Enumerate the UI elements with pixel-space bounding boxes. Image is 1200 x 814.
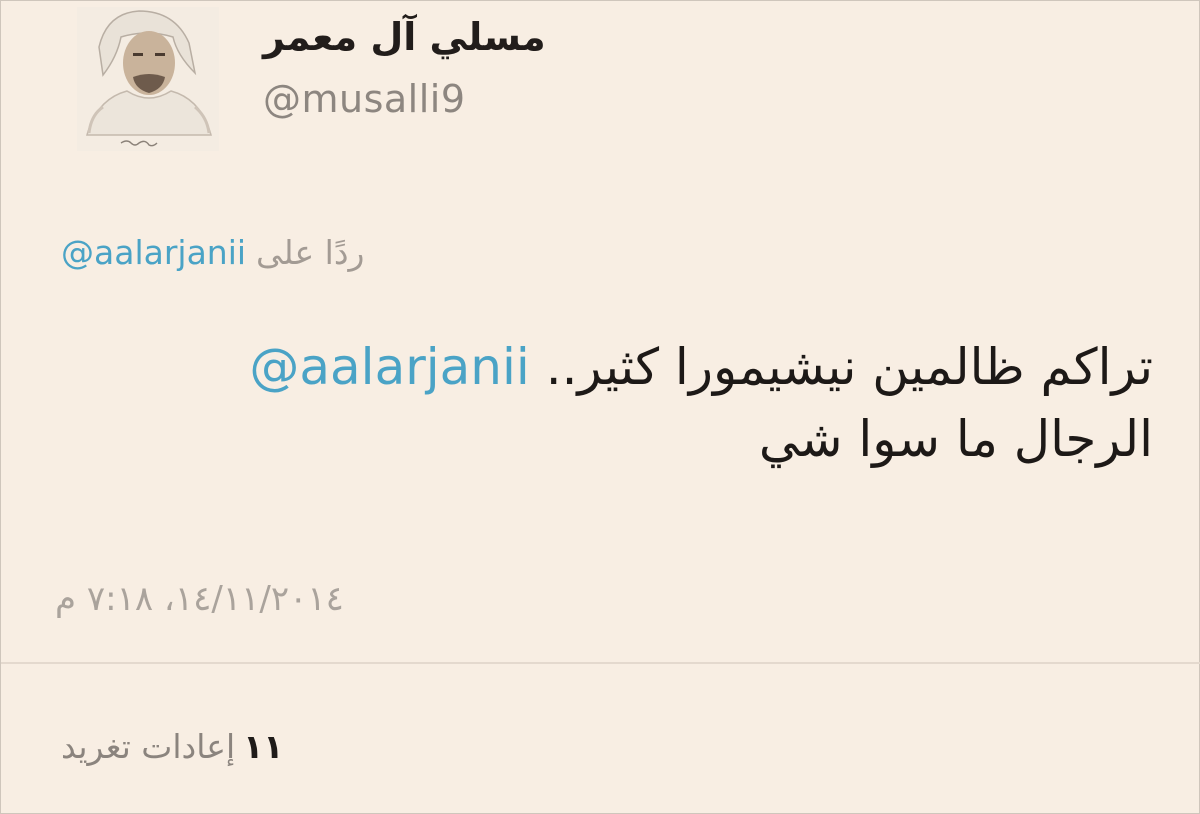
display-name[interactable]: مسلي آل معمر [263, 15, 563, 59]
divider [1, 662, 1200, 664]
avatar-image [77, 7, 219, 151]
tweet-line-1: @aalarjanii تراكم ظالمين نيشيمورا كثير.. [43, 331, 1153, 403]
tweet-line-2-text: الرجال ما سوا شي [758, 410, 1153, 468]
retweet-count: ١١ [243, 727, 284, 766]
tweet-card: مسلي آل معمر @musalli9 @aalarjanii ردًا ع… [0, 0, 1200, 814]
reply-context: @aalarjanii ردًا على [61, 233, 481, 272]
reply-label: ردًا على [256, 233, 365, 272]
retweet-label: إعادات تغريد [61, 727, 236, 766]
avatar[interactable] [77, 7, 219, 151]
reply-mention-link[interactable]: @aalarjanii [61, 233, 246, 272]
tweet-line-2: الرجال ما سوا شي [43, 403, 1153, 475]
tweet-timestamp[interactable]: ١٤/١١/٢٠١٤، ٧:١٨ م [55, 579, 475, 619]
retweet-stats[interactable]: ١١إعادات تغريد [61, 727, 481, 766]
tweet-mention-link[interactable]: @aalarjanii [249, 338, 529, 396]
user-handle[interactable]: @musalli9 [263, 77, 466, 121]
tweet-line-1-text: تراكم ظالمين نيشيمورا كثير.. [545, 338, 1153, 396]
tweet-text: @aalarjanii تراكم ظالمين نيشيمورا كثير..… [43, 331, 1153, 475]
